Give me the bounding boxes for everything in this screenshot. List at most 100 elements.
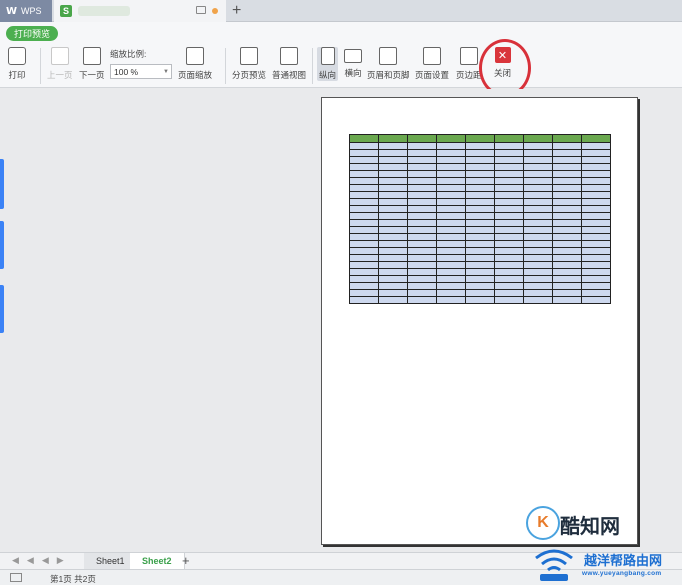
margins-label: 页边距: [456, 70, 482, 80]
page-setup-icon: [423, 47, 441, 65]
table-cell: [494, 170, 524, 178]
table-cell: [378, 198, 408, 206]
table-cell: [349, 282, 379, 290]
print-button[interactable]: 打印: [8, 47, 26, 81]
table-cell: [436, 163, 466, 171]
table-cell: [581, 226, 611, 234]
table-cell: [523, 156, 553, 164]
table-cell: [407, 170, 437, 178]
side-panel-tab[interactable]: [0, 159, 4, 209]
table-row: [349, 261, 611, 269]
table-cell: [436, 219, 466, 227]
table-cell: [523, 296, 553, 304]
table-cell: [552, 156, 582, 164]
table-cell: [465, 261, 495, 269]
table-cell: [436, 247, 466, 255]
document-tab[interactable]: S: [54, 0, 226, 22]
table-cell: [436, 170, 466, 178]
sheet-nav-arrows-icon[interactable]: ◀◀◀▶: [12, 555, 72, 566]
table-cell: [378, 254, 408, 262]
table-cell: [349, 134, 379, 143]
table-cell: [407, 177, 437, 185]
table-cell: [407, 261, 437, 269]
table-row: [349, 163, 611, 171]
page-info: 第1页 共2页: [50, 574, 96, 584]
table-cell: [552, 233, 582, 241]
prev-page-button[interactable]: 上一页: [47, 47, 73, 81]
table-cell: [407, 289, 437, 297]
wps-home-tab[interactable]: W WPS: [0, 0, 52, 22]
table-cell: [523, 261, 553, 269]
next-page-button[interactable]: 下一页: [79, 47, 105, 81]
sheet-tab-sheet2[interactable]: Sheet2: [130, 553, 185, 569]
zoom-select[interactable]: 100 % ▼: [110, 64, 172, 79]
table-cell: [552, 134, 582, 143]
table-cell: [523, 170, 553, 178]
portrait-icon: [320, 47, 335, 65]
table-cell: [494, 191, 524, 199]
table-cell: [494, 156, 524, 164]
page-break-preview-button[interactable]: 分页预览: [232, 47, 266, 81]
table-cell: [378, 156, 408, 164]
table-cell: [494, 233, 524, 241]
table-cell: [552, 142, 582, 150]
new-tab-button[interactable]: +: [232, 2, 241, 20]
table-row: [349, 212, 611, 220]
table-cell: [407, 156, 437, 164]
table-cell: [349, 191, 379, 199]
header-footer-label: 页眉和页脚: [367, 70, 410, 80]
table-cell: [523, 240, 553, 248]
table-header-row: [349, 134, 611, 143]
table-cell: [465, 226, 495, 234]
header-footer-button[interactable]: 页眉和页脚: [367, 47, 410, 81]
table-cell: [436, 149, 466, 157]
table-cell: [552, 282, 582, 290]
table-cell: [436, 134, 466, 143]
table-cell: [407, 191, 437, 199]
table-cell: [465, 282, 495, 290]
table-cell: [407, 282, 437, 290]
table-cell: [378, 191, 408, 199]
portrait-button[interactable]: 纵向: [317, 47, 339, 81]
table-cell: [378, 268, 408, 276]
table-cell: [436, 296, 466, 304]
table-cell: [552, 247, 582, 255]
table-cell: [494, 282, 524, 290]
table-cell: [349, 275, 379, 283]
add-sheet-button[interactable]: +: [182, 553, 190, 569]
table-cell: [378, 233, 408, 241]
side-panel-tab[interactable]: [0, 221, 4, 269]
normal-view-button[interactable]: 普通视图: [272, 47, 306, 81]
table-cell: [494, 254, 524, 262]
table-cell: [349, 205, 379, 213]
table-cell: [523, 134, 553, 143]
table-cell: [407, 205, 437, 213]
table-row: [349, 156, 611, 164]
table-cell: [523, 184, 553, 192]
table-cell: [494, 177, 524, 185]
table-cell: [436, 198, 466, 206]
table-cell: [523, 149, 553, 157]
table-cell: [465, 205, 495, 213]
page-zoom-button[interactable]: 页面缩放: [178, 47, 212, 81]
table-cell: [378, 163, 408, 171]
table-cell: [552, 226, 582, 234]
next-page-label: 下一页: [79, 70, 105, 80]
margins-button[interactable]: 页边距: [456, 47, 482, 81]
table-row: [349, 219, 611, 227]
table-cell: [552, 212, 582, 220]
table-cell: [494, 163, 524, 171]
table-cell: [581, 191, 611, 199]
table-cell: [407, 149, 437, 157]
table-cell: [581, 163, 611, 171]
table-row: [349, 289, 611, 297]
page-setup-button[interactable]: 页面设置: [415, 47, 449, 81]
side-panel-tab[interactable]: [0, 285, 4, 333]
table-cell: [378, 205, 408, 213]
table-cell: [378, 212, 408, 220]
table-row: [349, 226, 611, 234]
table-cell: [523, 198, 553, 206]
landscape-button[interactable]: 横向: [344, 47, 362, 79]
margins-icon: [459, 47, 478, 65]
tab-print-preview[interactable]: 打印预览: [6, 26, 59, 41]
